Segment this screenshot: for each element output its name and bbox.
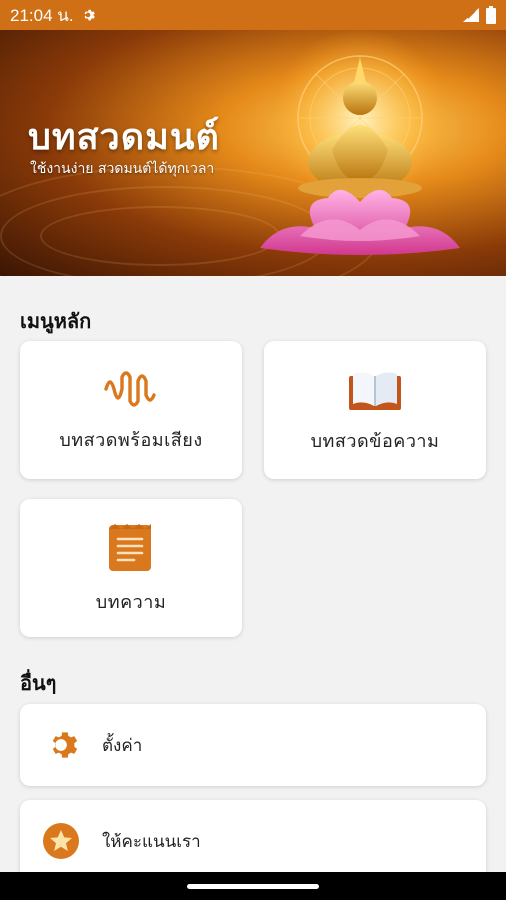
gear-icon — [52, 732, 78, 758]
menu-card-label: บทสวดพร้อมเสียง — [59, 429, 203, 451]
menu-card-label: บทความ — [95, 591, 167, 613]
rate-us-row[interactable]: ให้คะแนนเรา — [20, 800, 486, 882]
banner-subtitle: ใช้งานง่าย สวดมนต์ได้ทุกเวลา — [30, 161, 215, 177]
star-icon — [43, 823, 79, 859]
audio-wave-icon — [104, 370, 156, 407]
rate-us-label: ให้คะแนนเรา — [102, 831, 201, 852]
settings-notification-icon — [84, 9, 95, 21]
menu-card-label: บทสวดข้อความ — [310, 430, 440, 452]
header-banner: บทสวดมนต์ ใช้งานง่าย สวดมนต์ได้ทุกเวลา — [0, 30, 506, 276]
notepad-icon — [109, 523, 151, 571]
signal-icon — [463, 8, 479, 22]
status-bar: 21:04 น. — [0, 0, 506, 30]
settings-row[interactable]: ตั้งค่า — [20, 704, 486, 786]
menu-card-audio-chants[interactable]: บทสวดพร้อมเสียง — [20, 341, 242, 479]
battery-icon — [486, 6, 496, 24]
menu-card-articles[interactable]: บทความ — [20, 499, 242, 637]
other-section-title: อื่นๆ — [20, 671, 57, 695]
banner-title: บทสวดมนต์ — [28, 117, 220, 158]
open-book-icon — [349, 371, 401, 410]
main-menu-title: เมนูหลัก — [20, 309, 92, 333]
navigation-bar — [0, 872, 506, 900]
buddha-lotus-illustration — [260, 30, 460, 255]
menu-card-text-chants[interactable]: บทสวดข้อความ — [264, 341, 486, 479]
home-gesture-handle[interactable] — [187, 884, 319, 889]
status-time: 21:04 น. — [10, 5, 74, 25]
settings-label: ตั้งค่า — [102, 735, 143, 756]
